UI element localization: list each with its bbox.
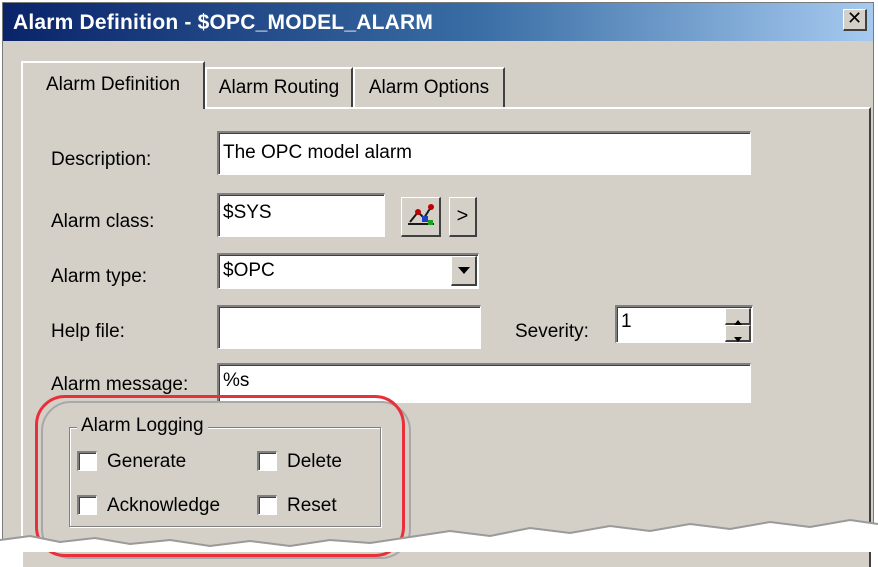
tab-alarm-definition[interactable]: Alarm Definition (21, 61, 205, 109)
tab-label: Alarm Definition (45, 74, 181, 95)
